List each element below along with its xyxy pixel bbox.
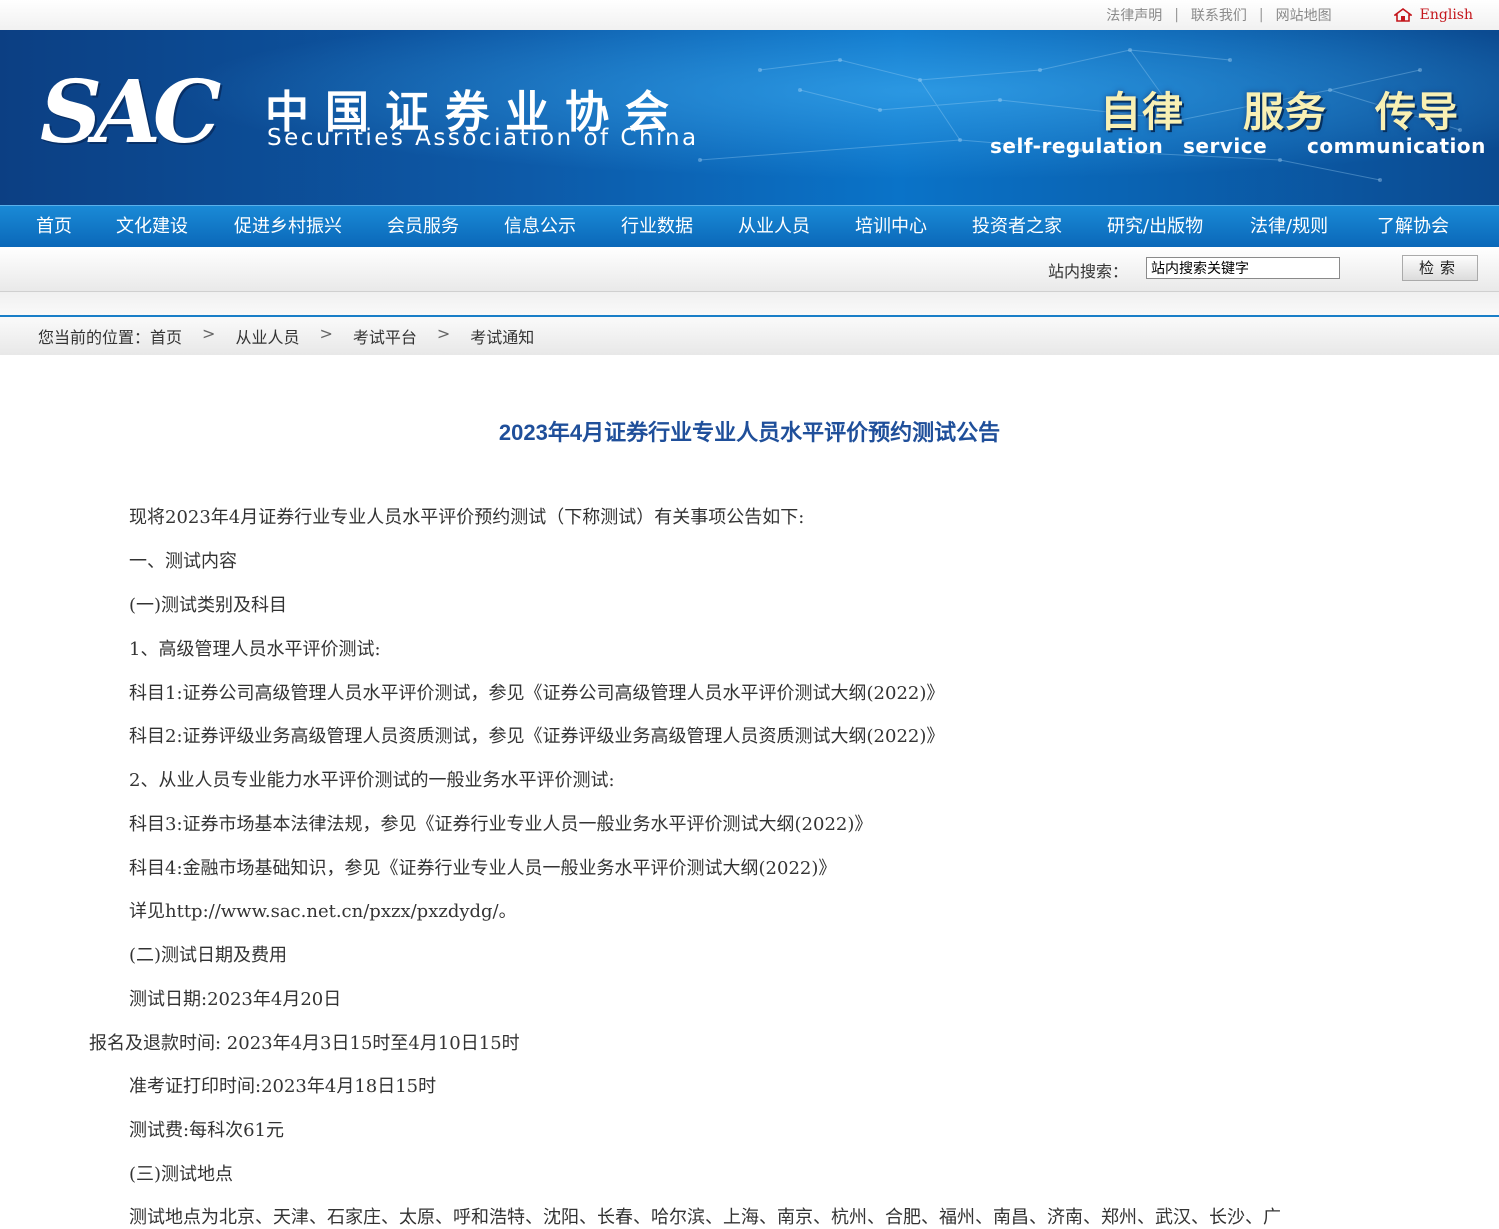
article-paragraph: 测试地点为北京、天津、石家庄、太原、呼和浩特、沈阳、长春、哈尔滨、上海、南京、杭… bbox=[129, 1207, 1281, 1228]
breadcrumb-exam-platform[interactable]: 考试平台 bbox=[353, 324, 417, 348]
article-paragraph: 科目1:证券公司高级管理人员水平评价测试，参见《证券公司高级管理人员水平评价测试… bbox=[129, 683, 945, 704]
article-title: 2023年4月证券行业专业人员水平评价预约测试公告 bbox=[498, 420, 1001, 445]
nav-disclosure[interactable]: 信息公示 bbox=[504, 206, 576, 248]
article-paragraph: 现将2023年4月证券行业专业人员水平评价预约测试（下称测试）有关事项公告如下: bbox=[129, 507, 805, 528]
breadcrumb-separator: > bbox=[319, 324, 333, 343]
breadcrumb: 您当前的位置： 首页 > 从业人员 > 考试平台 > 考试通知 bbox=[0, 315, 1499, 355]
legal-notice-link[interactable]: 法律声明 bbox=[1094, 5, 1174, 25]
nav-practitioners[interactable]: 从业人员 bbox=[738, 206, 810, 248]
nav-industry-data[interactable]: 行业数据 bbox=[621, 206, 693, 248]
breadcrumb-separator: > bbox=[202, 324, 216, 343]
search-label: 站内搜索： bbox=[1048, 262, 1129, 281]
article-paragraph: (三)测试地点 bbox=[129, 1164, 234, 1185]
search-button[interactable]: 检索 bbox=[1402, 255, 1478, 281]
article-paragraph: 科目3:证券市场基本法律法规，参见《证券行业专业人员一般业务水平评价测试大纲(2… bbox=[129, 814, 873, 835]
contact-us-link[interactable]: 联系我们 bbox=[1179, 5, 1259, 25]
nav-member-services[interactable]: 会员服务 bbox=[387, 206, 459, 248]
breadcrumb-exam-notice[interactable]: 考试通知 bbox=[470, 324, 534, 348]
article-paragraph: (二)测试日期及费用 bbox=[129, 945, 288, 966]
search-bar: 站内搜索： 检索 bbox=[0, 247, 1499, 292]
breadcrumb-practitioners[interactable]: 从业人员 bbox=[235, 324, 299, 348]
article-paragraph: 测试日期:2023年4月20日 bbox=[129, 989, 342, 1010]
breadcrumb-home[interactable]: 首页 bbox=[150, 324, 182, 348]
nav-culture[interactable]: 文化建设 bbox=[116, 206, 188, 248]
breadcrumb-prefix: 您当前的位置： bbox=[38, 328, 151, 347]
site-title-en: Securities Association of China bbox=[267, 125, 699, 151]
english-link[interactable]: English bbox=[1412, 7, 1473, 23]
slogan-communication: 传导 bbox=[1375, 88, 1459, 136]
article-paragraph: 1、高级管理人员水平评价测试: bbox=[129, 639, 381, 660]
article-paragraph: 2、从业人员专业能力水平评价测试的一般业务水平评价测试: bbox=[129, 770, 615, 791]
header-banner: SAC 中国证券业协会 Securities Association of Ch… bbox=[0, 30, 1499, 205]
slogan-service: 服务 bbox=[1243, 88, 1327, 136]
english-switch[interactable]: English bbox=[1393, 7, 1473, 23]
nav-rural[interactable]: 促进乡村振兴 bbox=[234, 206, 342, 248]
slogan-service-en: service bbox=[1183, 134, 1268, 158]
slogan-self-regulation: 自律 bbox=[1100, 88, 1184, 136]
nav-research[interactable]: 研究/出版物 bbox=[1107, 206, 1203, 248]
sac-logo: SAC bbox=[40, 62, 221, 163]
article-paragraph: 详见http://www.sac.net.cn/pxzx/pxzdydg/。 bbox=[129, 901, 517, 922]
nav-law[interactable]: 法律/规则 bbox=[1250, 206, 1328, 248]
top-links: 法律声明 | 联系我们 | 网站地图 English bbox=[1094, 0, 1499, 30]
search-input[interactable] bbox=[1146, 257, 1340, 279]
article-paragraph: 准考证打印时间:2023年4月18日15时 bbox=[129, 1076, 437, 1097]
article-paragraph: 测试费:每科次61元 bbox=[129, 1120, 284, 1141]
main-nav: 首页 文化建设 促进乡村振兴 会员服务 信息公示 行业数据 从业人员 培训中心 … bbox=[0, 205, 1499, 248]
breadcrumb-separator: > bbox=[436, 324, 451, 343]
article-paragraph: 科目4:金融市场基础知识，参见《证券行业专业人员一般业务水平评价测试大纲(202… bbox=[129, 858, 837, 879]
article-paragraph: 科目2:证券评级业务高级管理人员资质测试，参见《证券评级业务高级管理人员资质测试… bbox=[129, 726, 945, 747]
slogan-self-regulation-en: self-regulation bbox=[990, 134, 1164, 158]
nav-about[interactable]: 了解协会 bbox=[1377, 206, 1449, 248]
home-icon bbox=[1393, 8, 1412, 22]
spacer bbox=[0, 292, 1499, 316]
top-utility-bar: 法律声明 | 联系我们 | 网站地图 English bbox=[0, 0, 1499, 30]
nav-home[interactable]: 首页 bbox=[36, 206, 72, 248]
article-paragraph: 报名及退款时间: 2023年4月3日15时至4月10日15时 bbox=[89, 1033, 520, 1054]
article-paragraph: 一、测试内容 bbox=[129, 551, 237, 572]
sitemap-link[interactable]: 网站地图 bbox=[1264, 5, 1344, 25]
nav-training[interactable]: 培训中心 bbox=[855, 206, 927, 248]
nav-investors[interactable]: 投资者之家 bbox=[972, 206, 1062, 248]
article-paragraph: (一)测试类别及科目 bbox=[129, 595, 288, 616]
slogan-communication-en: communication bbox=[1307, 134, 1486, 158]
